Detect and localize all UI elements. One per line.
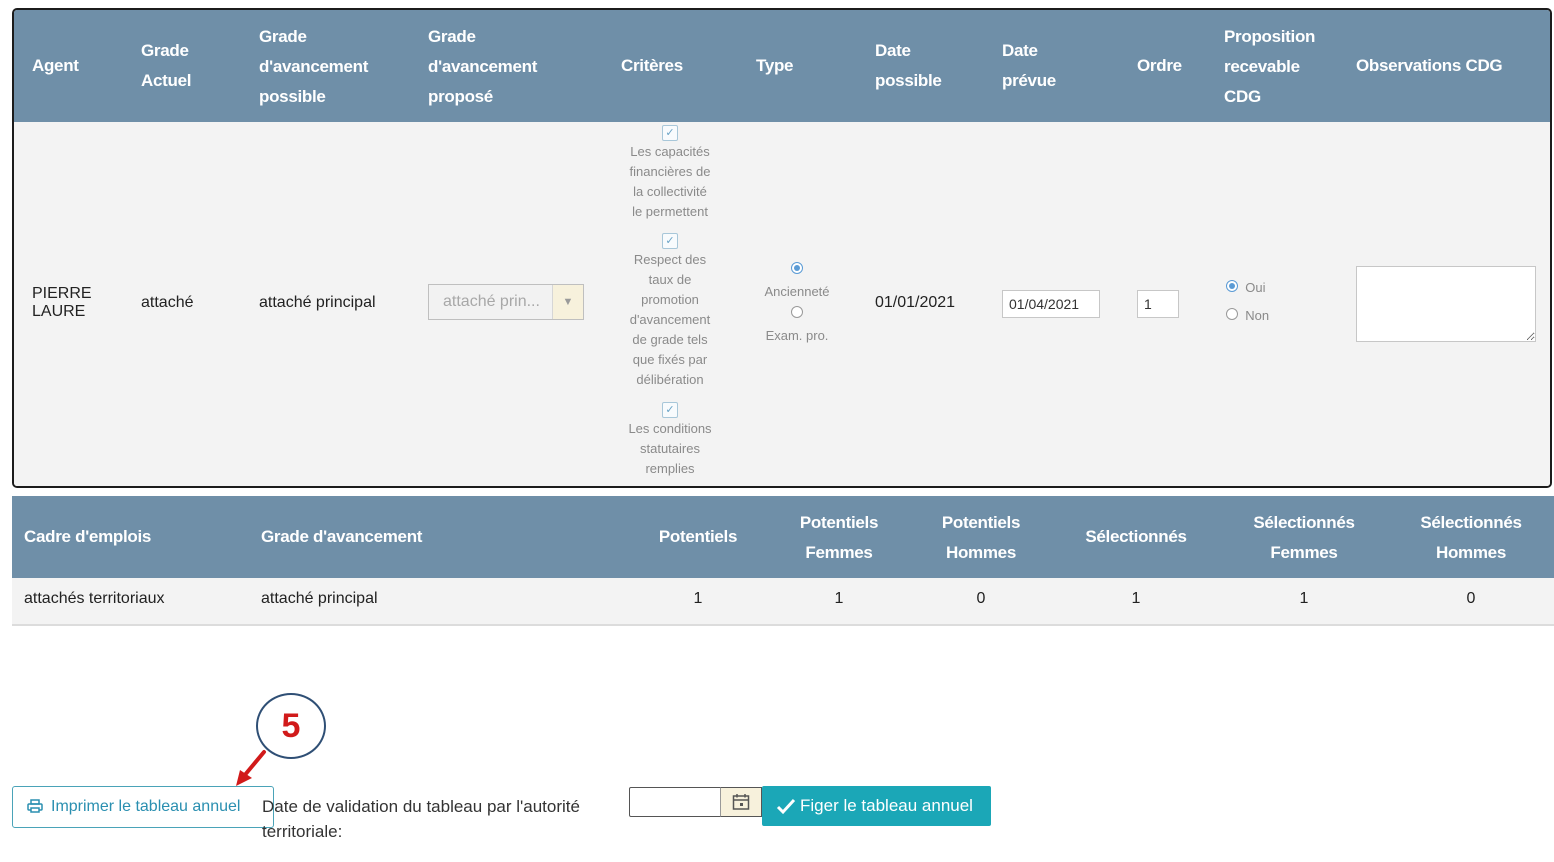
header-criteres: Critères bbox=[621, 56, 683, 75]
summary-table-row: attachés territoriaux attaché principal … bbox=[12, 578, 1554, 626]
potentiels-value: 1 bbox=[693, 590, 703, 607]
grade-avancement-value: attaché principal bbox=[261, 590, 378, 607]
criterion-rate-checkbox[interactable]: ✓ bbox=[662, 233, 678, 249]
grade-possible-value: attaché principal bbox=[259, 294, 376, 311]
criterion-financial: ✓ Les capacités financières de la collec… bbox=[629, 125, 711, 219]
header-agent: Agent bbox=[32, 56, 79, 75]
selectionnes-value: 1 bbox=[1131, 590, 1141, 607]
proposition-radio-group: Oui Non bbox=[1226, 274, 1269, 330]
promotion-table-row: PIERRE LAURE attaché attaché principal at… bbox=[14, 122, 1550, 486]
criterion-financial-checkbox[interactable]: ✓ bbox=[662, 125, 678, 141]
header-proposition: Proposition recevable CDG bbox=[1224, 27, 1316, 106]
grade-actuel-value: attaché bbox=[141, 294, 194, 311]
printer-icon bbox=[27, 799, 43, 813]
proposition-non-radio[interactable] bbox=[1226, 308, 1238, 320]
summary-table-header: Cadre d'emplois Grade d'avancement Poten… bbox=[12, 496, 1554, 578]
selectionnes-hommes-value: 0 bbox=[1466, 590, 1476, 607]
header-grade-actuel: Grade Actuel bbox=[141, 41, 192, 90]
header-grade-avancement: Grade d'avancement bbox=[261, 527, 423, 546]
annotation-arrow-icon bbox=[236, 750, 266, 786]
criterion-rate: ✓ Respect des taux de promotion d'avance… bbox=[629, 233, 711, 387]
date-possible-value: 01/01/2021 bbox=[875, 294, 956, 311]
date-prevue-input[interactable] bbox=[1002, 290, 1100, 318]
agent-name: PIERRE LAURE bbox=[32, 285, 92, 320]
header-cadre: Cadre d'emplois bbox=[24, 527, 152, 546]
grade-propose-selected: attaché prin... bbox=[443, 293, 540, 310]
print-annual-table-button[interactable]: Imprimer le tableau annuel bbox=[12, 786, 274, 828]
header-observations: Observations CDG bbox=[1356, 56, 1503, 75]
type-anciennete-label: Ancienneté bbox=[764, 284, 830, 299]
header-potentiels: Potentiels bbox=[658, 527, 738, 546]
ordre-input[interactable] bbox=[1137, 290, 1179, 318]
promotion-table: Agent Grade Actuel Grade d'avancement possi… bbox=[12, 8, 1552, 488]
chevron-down-icon: ▼ bbox=[552, 285, 583, 319]
header-selectionnes-hommes: Sélectionnés Hommes bbox=[1420, 513, 1522, 562]
type-exam-label: Exam. pro. bbox=[765, 328, 829, 343]
proposition-oui-label: Oui bbox=[1245, 280, 1266, 295]
validation-date-input[interactable] bbox=[629, 787, 721, 817]
header-grade-propose: Grade d'avancement proposé bbox=[428, 27, 538, 106]
promotion-table-header: Agent Grade Actuel Grade d'avancement possi… bbox=[14, 10, 1550, 122]
header-potentiels-femmes: Potentiels Femmes bbox=[799, 513, 879, 562]
freeze-annual-table-button[interactable]: Figer le tableau annuel bbox=[762, 786, 991, 826]
type-exam-radio[interactable] bbox=[791, 306, 803, 318]
selectionnes-femmes-value: 1 bbox=[1299, 590, 1309, 607]
validation-date-label: Date de validation du tableau par l'auto… bbox=[262, 797, 580, 841]
calendar-icon bbox=[732, 794, 750, 810]
type-radio-group: Ancienneté Exam. pro. bbox=[752, 259, 842, 347]
header-selectionnes-femmes: Sélectionnés Femmes bbox=[1253, 513, 1355, 562]
calendar-button[interactable] bbox=[720, 787, 762, 817]
criterion-statutory-checkbox[interactable]: ✓ bbox=[662, 402, 678, 418]
grade-propose-select[interactable]: attaché prin... ▼ bbox=[428, 284, 584, 320]
potentiels-femmes-value: 1 bbox=[834, 590, 844, 607]
header-ordre: Ordre bbox=[1137, 56, 1182, 75]
header-date-prevue: Date prévue bbox=[1002, 41, 1056, 90]
freeze-annual-table-label: Figer le tableau annuel bbox=[800, 796, 973, 815]
potentiels-hommes-value: 0 bbox=[976, 590, 986, 607]
print-annual-table-label: Imprimer le tableau annuel bbox=[51, 798, 241, 815]
cadre-value: attachés territoriaux bbox=[24, 590, 165, 607]
header-selectionnes: Sélectionnés bbox=[1085, 527, 1187, 546]
type-anciennete-radio[interactable] bbox=[791, 262, 803, 274]
header-grade-possible: Grade d'avancement possible bbox=[259, 27, 369, 106]
criterion-statutory: ✓ Les conditions statutaires remplies bbox=[628, 402, 712, 476]
header-type: Type bbox=[756, 56, 794, 75]
header-potentiels-hommes: Potentiels Hommes bbox=[941, 513, 1021, 562]
check-icon bbox=[776, 798, 796, 815]
proposition-oui-radio[interactable] bbox=[1226, 280, 1238, 292]
proposition-non-label: Non bbox=[1245, 308, 1270, 323]
observations-textarea[interactable] bbox=[1356, 266, 1536, 342]
header-date-possible: Date possible bbox=[875, 41, 942, 90]
